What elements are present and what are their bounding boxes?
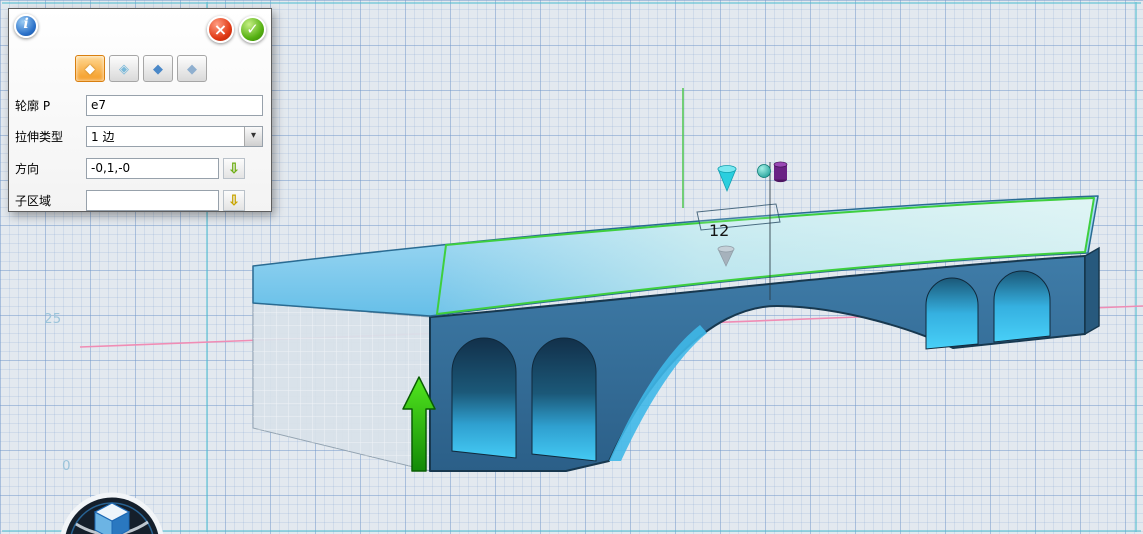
diamond-icon: ◆	[85, 62, 95, 75]
extrude-option-4-button[interactable]: ◆	[177, 55, 207, 82]
pick-arrow-icon: ⇩	[228, 193, 240, 207]
subregion-label: 子区域	[15, 192, 86, 209]
axis-label-0: 0	[62, 458, 71, 474]
extrude-option-3-button[interactable]: ◆	[143, 55, 173, 82]
extrude-type-select[interactable]: 1 边 ▾	[86, 126, 263, 147]
extrude-option-1-button[interactable]: ◆	[75, 55, 105, 82]
extrude-type-label: 拉伸类型	[15, 128, 86, 145]
bridge-end-cap[interactable]	[1085, 248, 1099, 334]
subregion-picker-button[interactable]: ⇩	[223, 190, 245, 211]
profile-input[interactable]	[86, 95, 263, 116]
cylinder-manipulator[interactable]	[774, 162, 787, 182]
ghost-end-block[interactable]	[253, 303, 430, 471]
info-icon[interactable]: i	[14, 14, 38, 38]
cone-manipulator[interactable]	[718, 166, 736, 192]
diamond-star-icon: ◆	[187, 62, 197, 75]
axis-label-25: 25	[44, 311, 61, 327]
extrude-dialog: i × ✓ ◆ ◈ ◆ ◆ 轮廓 P 拉伸类型 1 边 ▾ 方向 ⇩	[8, 8, 272, 212]
cancel-button[interactable]: ×	[207, 16, 234, 43]
diamond-arrow-icon: ◆	[153, 62, 163, 75]
sphere-manipulator[interactable]	[758, 165, 771, 178]
direction-input[interactable]	[86, 158, 219, 179]
direction-label: 方向	[15, 160, 86, 177]
confirm-button[interactable]: ✓	[239, 16, 266, 43]
close-icon: ×	[214, 20, 227, 39]
dimension-label[interactable]: 12	[709, 221, 729, 240]
app-logo	[62, 495, 162, 534]
chevron-down-icon: ▾	[244, 127, 262, 146]
extrude-option-2-button[interactable]: ◈	[109, 55, 139, 82]
direction-picker-button[interactable]: ⇩	[223, 158, 245, 179]
double-diamond-icon: ◈	[119, 62, 129, 75]
extrude-options-toolbar: ◆ ◈ ◆ ◆	[75, 55, 207, 82]
pick-arrow-icon: ⇩	[228, 161, 240, 175]
profile-label: 轮廓 P	[15, 97, 86, 114]
extrude-type-value: 1 边	[87, 128, 244, 145]
subregion-input[interactable]	[86, 190, 219, 211]
check-icon: ✓	[246, 20, 259, 38]
